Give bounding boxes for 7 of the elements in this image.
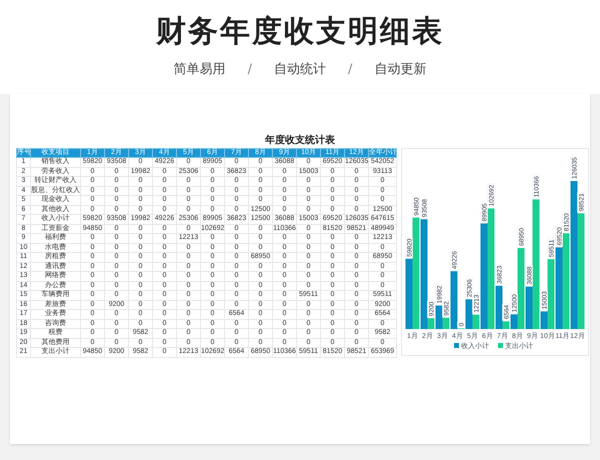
feature-label: 自动统计: [274, 61, 326, 79]
page-title: 财务年度收支明细表: [156, 14, 444, 50]
feature-label: 自动更新: [374, 61, 426, 79]
separator: /: [248, 61, 252, 79]
feature-label: 简单易用: [174, 61, 226, 79]
separator: /: [348, 61, 352, 79]
sheet-title: 年度收支统计表: [264, 134, 336, 148]
